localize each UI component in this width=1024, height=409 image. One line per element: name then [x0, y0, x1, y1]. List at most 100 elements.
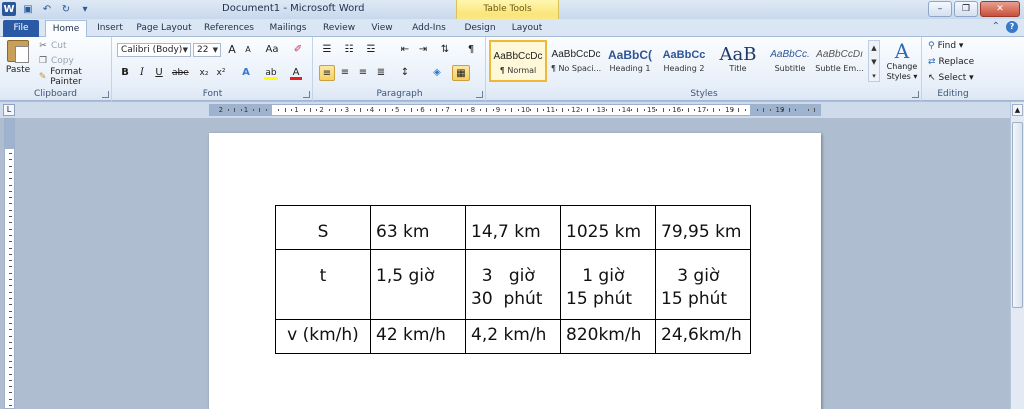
sort-icon[interactable]: ⇅: [438, 42, 452, 58]
grow-font-button[interactable]: A: [225, 42, 239, 58]
style-heading-2[interactable]: AaBbCc Heading 2: [655, 40, 713, 82]
tab-layout[interactable]: Layout: [508, 20, 546, 37]
decrease-indent-icon[interactable]: ⇤: [398, 42, 412, 58]
tab-design[interactable]: Design: [461, 20, 499, 37]
minimize-ribbon-icon[interactable]: ⌃: [992, 21, 1000, 33]
scroll-up-icon[interactable]: ▲: [1012, 104, 1023, 116]
scroll-thumb[interactable]: [1012, 122, 1023, 308]
table-cell[interactable]: S: [275, 205, 371, 250]
style-title[interactable]: AaB Title: [709, 40, 767, 82]
word-app-icon[interactable]: W: [2, 2, 16, 16]
change-styles-button[interactable]: A Change Styles ▾: [884, 40, 920, 82]
numbering-icon[interactable]: ☷: [342, 42, 356, 58]
ruler-tick: [240, 109, 242, 111]
highlight-button[interactable]: ab: [263, 65, 279, 81]
clear-formatting-icon[interactable]: ✐: [291, 42, 305, 58]
table-cell[interactable]: 63 km: [370, 205, 466, 250]
tab-view[interactable]: View: [367, 20, 397, 37]
font-size-combo[interactable]: 22 ▼: [193, 43, 221, 57]
table-cell[interactable]: 1,5 giờ: [370, 249, 466, 320]
tab-home[interactable]: Home: [45, 20, 87, 37]
ruler-tick: [9, 285, 12, 287]
table-cell[interactable]: 820km/h: [560, 319, 656, 354]
bold-button[interactable]: B: [118, 65, 132, 81]
show-marks-button[interactable]: ¶: [464, 42, 478, 58]
font-name-combo[interactable]: Calibri (Body) ▼: [117, 43, 191, 57]
tab-references[interactable]: References: [203, 20, 255, 37]
table-cell[interactable]: 3 giờ 30 phút: [465, 249, 561, 320]
justify-icon[interactable]: ≣: [374, 65, 388, 81]
tab-mailings[interactable]: Mailings: [266, 20, 310, 37]
paste-button[interactable]: Paste: [4, 40, 32, 86]
customize-qat-icon[interactable]: ▾: [78, 2, 92, 16]
shading-icon[interactable]: ◈: [430, 65, 444, 81]
align-center-icon[interactable]: ≡: [338, 65, 352, 81]
increase-indent-icon[interactable]: ⇥: [416, 42, 430, 58]
align-right-icon[interactable]: ≡: [356, 65, 370, 81]
minimize-button[interactable]: –: [928, 1, 952, 17]
tab-review[interactable]: Review: [320, 20, 358, 37]
bullets-icon[interactable]: ☰: [320, 42, 334, 58]
style-no-spacing[interactable]: AaBbCcDc ¶ No Spaci...: [547, 40, 605, 82]
style-subtle-emphasis[interactable]: AaBbCcDı Subtle Em...: [813, 40, 866, 82]
underline-button[interactable]: U: [152, 65, 166, 81]
table-cell[interactable]: 4,2 km/h: [465, 319, 561, 354]
document-page[interactable]: S 63 km 14,7 km 1025 km 79,95 km t 1,5 giờ 3 g…: [209, 133, 821, 409]
tab-file[interactable]: File: [3, 20, 39, 37]
replace-button[interactable]: ⇄ Replace: [928, 55, 974, 69]
table-cell[interactable]: 14,7 km: [465, 205, 561, 250]
copy-button[interactable]: ❐ Copy: [38, 55, 74, 67]
cell-text: 24,6km/h: [661, 325, 742, 345]
tab-selector-icon[interactable]: L: [3, 104, 15, 116]
help-icon[interactable]: ?: [1006, 21, 1018, 33]
style-gallery-scroll[interactable]: ▲ ▼ ▾: [868, 40, 880, 82]
ruler-number: 17: [697, 106, 707, 114]
style-normal[interactable]: AaBbCcDc ¶ Normal: [489, 40, 547, 82]
select-button[interactable]: ↖ Select ▾: [928, 71, 974, 85]
text-effects-button[interactable]: A: [239, 65, 253, 81]
horizontal-ruler[interactable]: 2 1 1 2 3 4 5 6 7 8 9 10 11 12 13 14 15 16 17 19 19: [209, 104, 821, 116]
find-button[interactable]: ⚲ Find ▾: [928, 39, 963, 53]
italic-button[interactable]: I: [135, 65, 149, 81]
styles-launcher-icon[interactable]: [912, 91, 919, 98]
line-spacing-icon[interactable]: ↕: [398, 65, 412, 81]
change-case-button[interactable]: Aa: [265, 42, 279, 58]
superscript-button[interactable]: x²: [214, 65, 228, 81]
style-subtitle[interactable]: AaBbCc. Subtitle: [761, 40, 819, 82]
style-heading-1[interactable]: AaBbC( Heading 1: [601, 40, 659, 82]
restore-button[interactable]: ❐: [954, 1, 978, 17]
shrink-font-button[interactable]: A: [241, 42, 255, 58]
subscript-button[interactable]: x₂: [197, 65, 211, 81]
cut-button[interactable]: ✂ Cut: [38, 40, 66, 52]
redo-icon[interactable]: ↻: [59, 2, 73, 16]
speed-table[interactable]: S 63 km 14,7 km 1025 km 79,95 km t 1,5 giờ 3 g…: [275, 205, 751, 354]
vertical-scrollbar[interactable]: ▲: [1010, 102, 1024, 409]
tab-page-layout[interactable]: Page Layout: [136, 20, 192, 37]
ruler-tick: [618, 109, 620, 111]
table-cell[interactable]: v (km/h): [275, 319, 371, 354]
vertical-ruler[interactable]: [4, 118, 15, 409]
table-cell[interactable]: 24,6km/h: [655, 319, 751, 354]
table-cell[interactable]: 1 giờ 15 phút: [560, 249, 656, 320]
multilevel-list-icon[interactable]: ☲: [364, 42, 378, 58]
borders-icon[interactable]: ▦: [452, 65, 470, 81]
table-cell[interactable]: 3 giờ 15 phút: [655, 249, 751, 320]
tab-insert[interactable]: Insert: [93, 20, 127, 37]
ruler-tick: [9, 197, 12, 199]
paragraph-launcher-icon[interactable]: [476, 91, 483, 98]
table-cell[interactable]: t: [275, 249, 371, 320]
table-cell[interactable]: 1025 km: [560, 205, 656, 250]
close-button[interactable]: ✕: [980, 1, 1020, 17]
font-launcher-icon[interactable]: [303, 91, 310, 98]
format-painter-button[interactable]: ✎ Format Painter: [38, 67, 111, 87]
tab-add-ins[interactable]: Add-Ins: [409, 20, 449, 37]
font-color-button[interactable]: A: [289, 65, 303, 81]
undo-icon[interactable]: ↶: [40, 2, 54, 16]
align-left-icon[interactable]: ≡: [319, 65, 335, 81]
table-cell[interactable]: 79,95 km: [655, 205, 751, 250]
table-cell[interactable]: 42 km/h: [370, 319, 466, 354]
clipboard-launcher-icon[interactable]: [102, 91, 109, 98]
strikethrough-button[interactable]: abe: [172, 65, 189, 81]
cell-text: 42 km/h: [376, 325, 446, 345]
save-icon[interactable]: ▣: [21, 2, 35, 16]
